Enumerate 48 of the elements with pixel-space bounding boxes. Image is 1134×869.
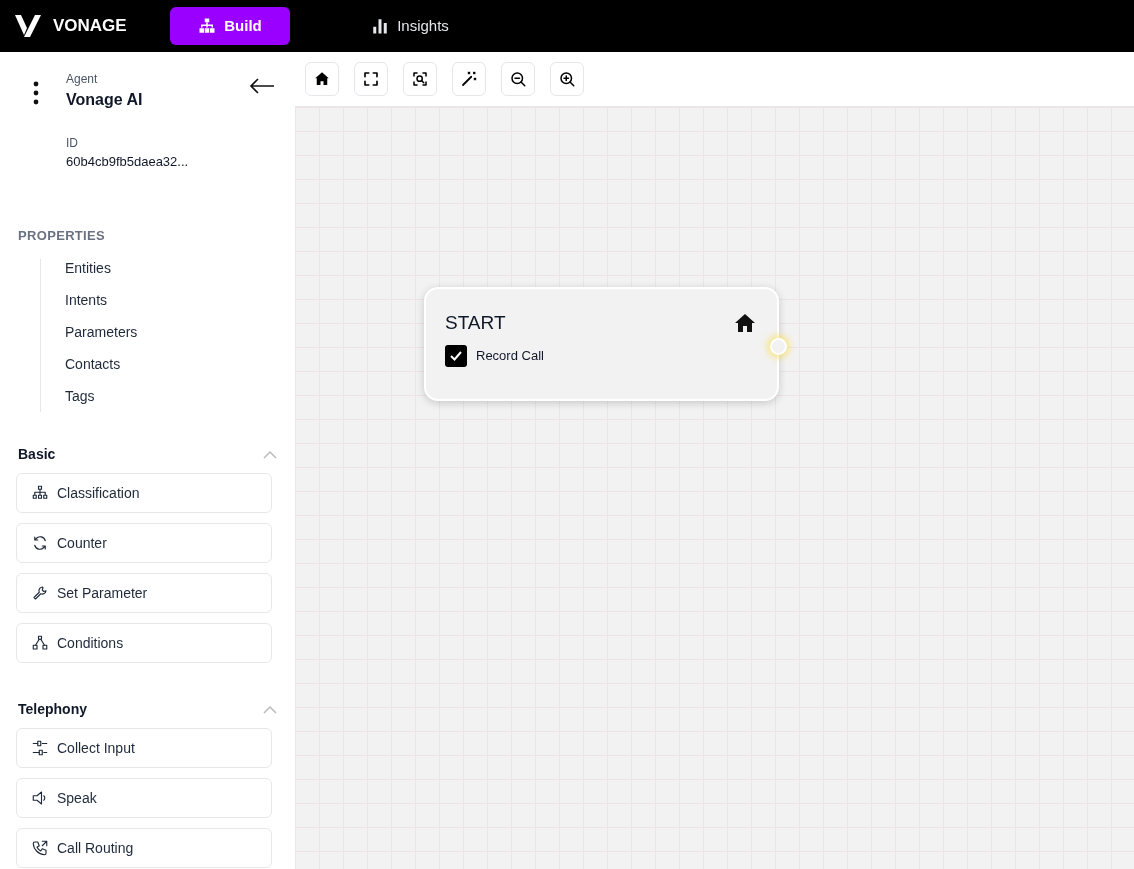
property-link[interactable]: Contacts	[65, 355, 295, 374]
node-palette-item[interactable]: Classification	[16, 473, 272, 513]
logo-icon	[15, 14, 41, 38]
checkbox-label: Record Call	[476, 346, 544, 365]
home-button[interactable]	[305, 62, 339, 96]
zoom-fit-icon	[411, 70, 429, 88]
nav-tab[interactable]: Insights	[350, 7, 470, 45]
node-palette-item[interactable]: Set Parameter	[16, 573, 272, 613]
zoom-out-icon	[509, 70, 527, 88]
home-icon	[313, 70, 331, 88]
node-palette-item[interactable]: Conditions	[16, 623, 272, 663]
agent-id: 60b4cb9fb5daea32...	[66, 153, 190, 171]
cycle-icon	[31, 534, 49, 552]
node-palette-item[interactable]: Speak	[16, 778, 272, 818]
hierarchy-icon	[198, 17, 217, 35]
properties-title: PROPERTIES	[18, 226, 107, 245]
property-link[interactable]: Intents	[65, 291, 295, 310]
wrench-icon	[31, 584, 49, 602]
start-node[interactable]: START Record Call	[424, 287, 779, 401]
zoom-fit-button[interactable]	[403, 62, 437, 96]
node-palette-item[interactable]: Counter	[16, 523, 272, 563]
agent-label: Agent	[66, 71, 99, 88]
nav-tab[interactable]: Build	[170, 7, 290, 45]
input-icon	[31, 739, 49, 757]
node-palette-item[interactable]: Collect Input	[16, 728, 272, 768]
agent-name: Vonage AI	[66, 90, 144, 110]
fullscreen-button[interactable]	[354, 62, 388, 96]
section-title: Telephony	[18, 700, 87, 719]
property-link[interactable]: Parameters	[65, 323, 295, 342]
id-label: ID	[66, 135, 79, 152]
magic-wand-icon	[460, 70, 478, 88]
zoom-out-button[interactable]	[501, 62, 535, 96]
checkbox[interactable]	[445, 344, 467, 367]
zoom-in-icon	[558, 70, 576, 88]
node-title: START	[445, 311, 506, 335]
bar-chart-icon	[371, 17, 390, 35]
logo-text: VONAGE	[53, 15, 127, 38]
property-link[interactable]: Entities	[65, 259, 295, 278]
tree-icon	[31, 484, 49, 502]
fullscreen-icon	[362, 70, 380, 88]
section-title: Basic	[18, 445, 56, 464]
node-palette-item[interactable]: Call Routing	[16, 828, 272, 868]
property-link[interactable]: Tags	[65, 387, 295, 406]
zoom-in-button[interactable]	[550, 62, 584, 96]
branch-icon	[31, 634, 49, 652]
back-arrow-icon[interactable]	[249, 77, 275, 95]
phone-icon	[31, 839, 49, 857]
magic-wand-button[interactable]	[452, 62, 486, 96]
